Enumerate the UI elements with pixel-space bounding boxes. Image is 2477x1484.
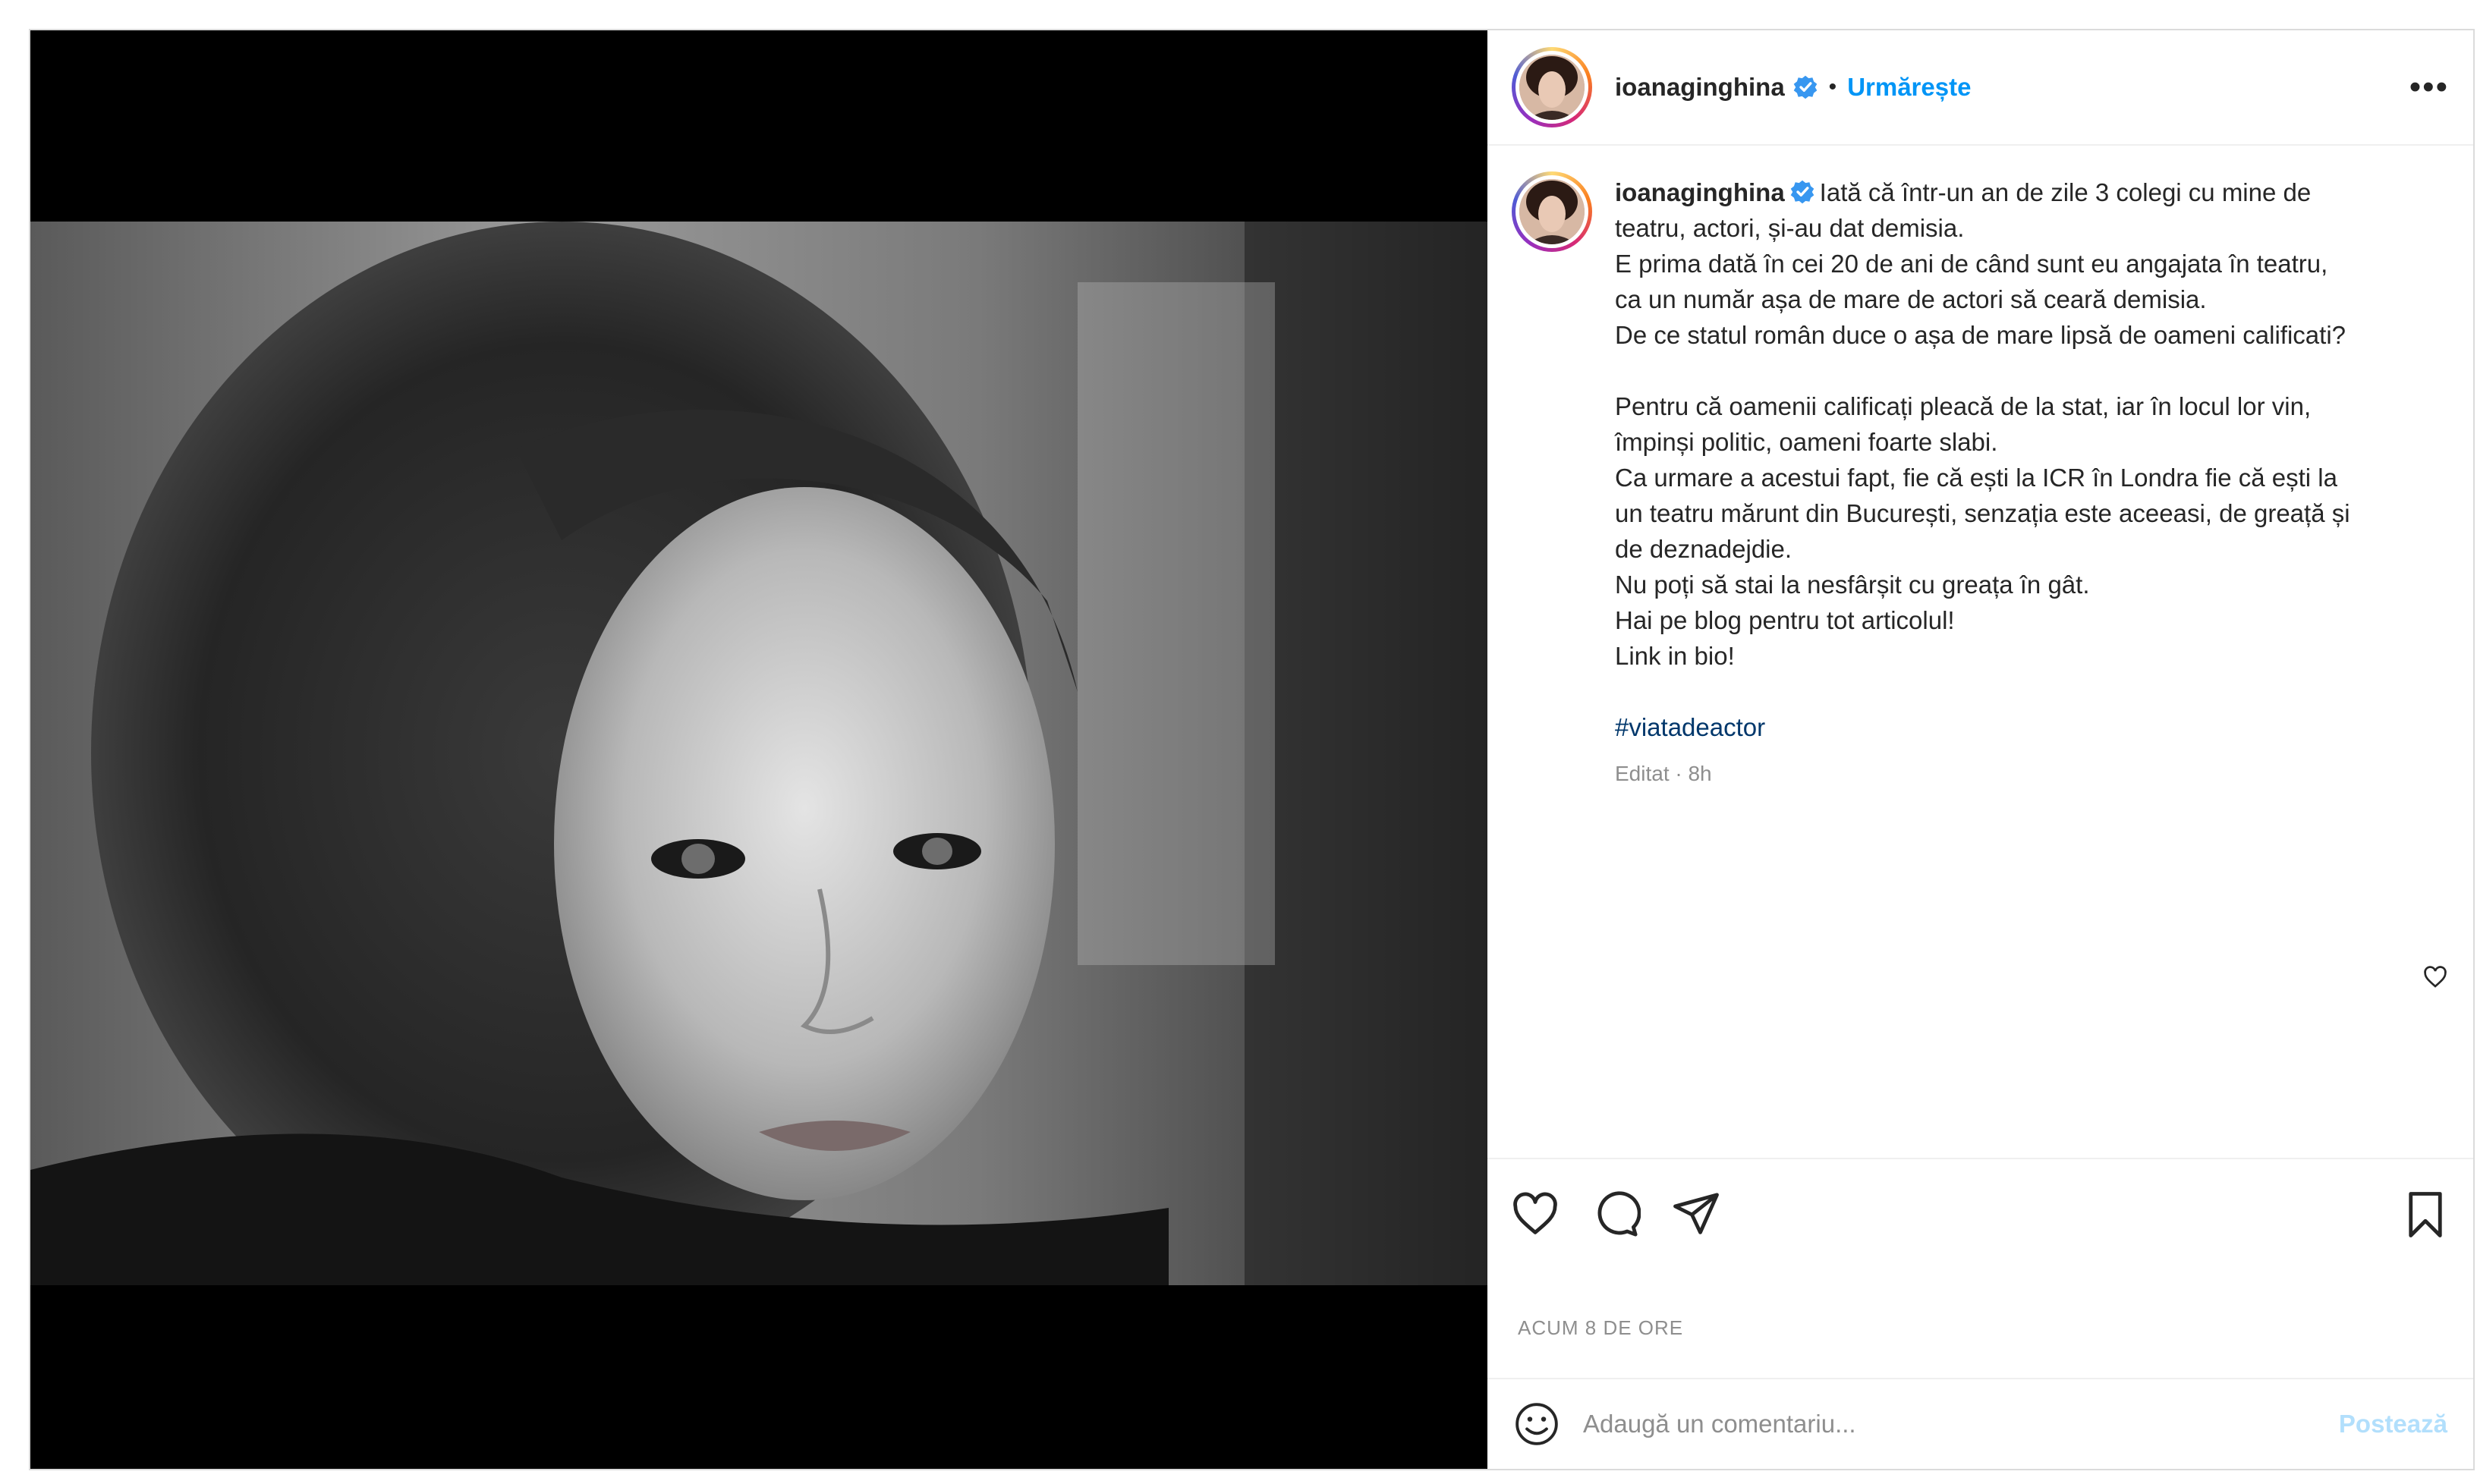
- comment-input[interactable]: [1583, 1410, 2339, 1438]
- post-photo: [30, 222, 1487, 1285]
- separator-dot: •: [1828, 74, 1837, 99]
- caption-line: Link in bio!: [1615, 642, 1735, 670]
- post-dialog: ioanaginghina • Urmărește ••• ioanagingh…: [29, 29, 2475, 1470]
- caption-line: teatru, actori, și-au dat demisia.: [1615, 214, 1965, 242]
- post-comment-button[interactable]: Postează: [2339, 1410, 2447, 1438]
- caption-line: ca un număr așa de mare de actori să cea…: [1615, 285, 2207, 313]
- caption-line: de deznadejdie.: [1615, 535, 1792, 563]
- smiley-icon[interactable]: [1513, 1401, 1560, 1448]
- paper-plane-icon[interactable]: [1671, 1190, 1721, 1240]
- post-media[interactable]: [30, 30, 1487, 1469]
- caption-username[interactable]: ioanaginghina: [1615, 178, 1785, 206]
- caption-avatar[interactable]: [1512, 171, 1592, 252]
- caption-line: Hai pe blog pentru tot articolul!: [1615, 606, 1955, 634]
- caption-line: Nu poți să stai la nesfârșit cu greața î…: [1615, 571, 2090, 599]
- verified-badge-icon: [1790, 180, 1814, 204]
- caption-line: E prima dată în cei 20 de ani de când su…: [1615, 250, 2328, 278]
- portrait-image: [30, 222, 1487, 1285]
- hashtag-link[interactable]: #viatadeactor: [1615, 709, 2350, 745]
- caption-like-icon[interactable]: [2423, 965, 2447, 989]
- heart-icon[interactable]: [1510, 1190, 1560, 1240]
- caption-text: ioanaginghina Iată că într-un an de zile…: [1615, 174, 2350, 791]
- post-sidebar: ioanaginghina • Urmărește ••• ioanagingh…: [1487, 30, 2473, 1469]
- comment-bubble-icon[interactable]: [1591, 1190, 1641, 1240]
- more-options-icon[interactable]: •••: [2409, 71, 2449, 104]
- bookmark-icon[interactable]: [2400, 1190, 2450, 1240]
- comment-bar: Postează: [1487, 1378, 2473, 1469]
- caption-line: împinși politic, oameni foarte slabi.: [1615, 428, 1998, 456]
- caption-line: Iată că într-un an de zile 3 colegi cu m…: [1819, 178, 2312, 206]
- caption-line: Ca urmare a acestui fapt, fie că ești la…: [1615, 464, 2337, 492]
- username-link[interactable]: ioanaginghina: [1615, 73, 1785, 102]
- avatar[interactable]: [1512, 47, 1592, 127]
- post-timestamp: ACUM 8 DE ORE: [1518, 1316, 1684, 1339]
- caption-meta: Editat · 8h: [1615, 762, 1712, 785]
- action-bar: [1487, 1158, 2473, 1270]
- caption-line: Pentru că oamenii calificați pleacă de l…: [1615, 392, 2312, 420]
- post-header: ioanaginghina • Urmărește •••: [1487, 30, 2473, 146]
- caption-line: De ce statul român duce o așa de mare li…: [1615, 321, 2346, 349]
- verified-badge-icon: [1793, 75, 1817, 99]
- caption-line: un teatru mărunt din București, senzația…: [1615, 499, 2350, 527]
- caption-section: ioanaginghina Iată că într-un an de zile…: [1487, 146, 2473, 1158]
- follow-button[interactable]: Urmărește: [1847, 73, 1971, 102]
